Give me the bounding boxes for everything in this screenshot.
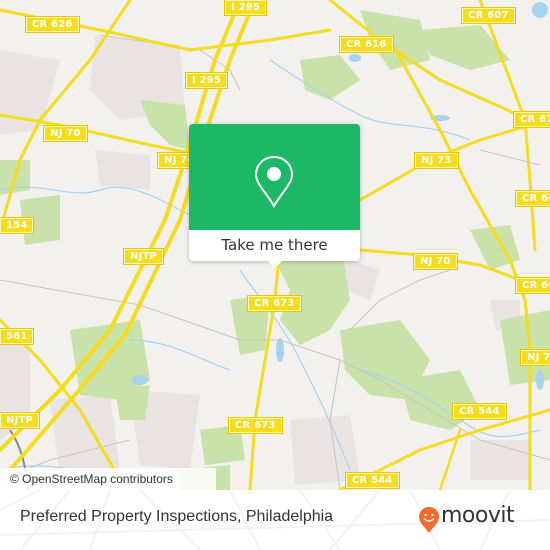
road-label-cr-674: CR 674 <box>513 111 550 128</box>
location-popup: Take me there <box>189 124 360 268</box>
road-label-154: 154 <box>0 217 35 234</box>
footer-bar: Preferred Property Inspections, Philadel… <box>0 490 550 550</box>
road-label-cr-673: CR 673 <box>247 295 302 312</box>
road-label-i-295: I 295 <box>223 0 268 16</box>
road-label-njtp: NJTP <box>122 248 165 265</box>
moovit-smiley-pin-icon <box>419 507 439 533</box>
take-me-there-button[interactable]: Take me there <box>189 230 360 261</box>
popup-pointer <box>267 260 283 268</box>
road-label-cr-626: CR 626 <box>25 16 80 33</box>
road-label-nj-70: NJ 70 <box>413 253 458 270</box>
map-attribution[interactable]: © OpenStreetMap contributors <box>0 468 216 490</box>
road-label-nj-70: NJ 70 <box>43 125 88 142</box>
road-label-cr-673: CR 673 <box>228 417 283 434</box>
road-label-cr-608: CR 608 <box>515 190 550 207</box>
road-label-i-295: I 295 <box>184 72 229 89</box>
road-label-nj-73: NJ 73 <box>414 152 459 169</box>
road-label-cr-544: CR 544 <box>345 472 400 489</box>
place-title: Preferred Property Inspections, Philadel… <box>20 508 334 525</box>
road-label-cr-616: CR 616 <box>339 36 394 53</box>
road-label-nj-73: NJ 73 <box>520 349 550 366</box>
map-view[interactable]: CR 626 I 295 I 295 CR 616 CR 607 NJ 70 N… <box>0 0 550 490</box>
moovit-wordmark: moovit <box>441 503 515 528</box>
road-label-cr-608: CR 608 <box>515 277 550 294</box>
location-pin-icon <box>254 155 294 209</box>
road-label-njtp: NJTP <box>0 412 41 429</box>
road-label-cr-544: CR 544 <box>452 403 507 420</box>
popup-header[interactable] <box>189 124 360 230</box>
road-label-561: 561 <box>0 328 35 345</box>
road-label-cr-607: CR 607 <box>461 7 516 24</box>
